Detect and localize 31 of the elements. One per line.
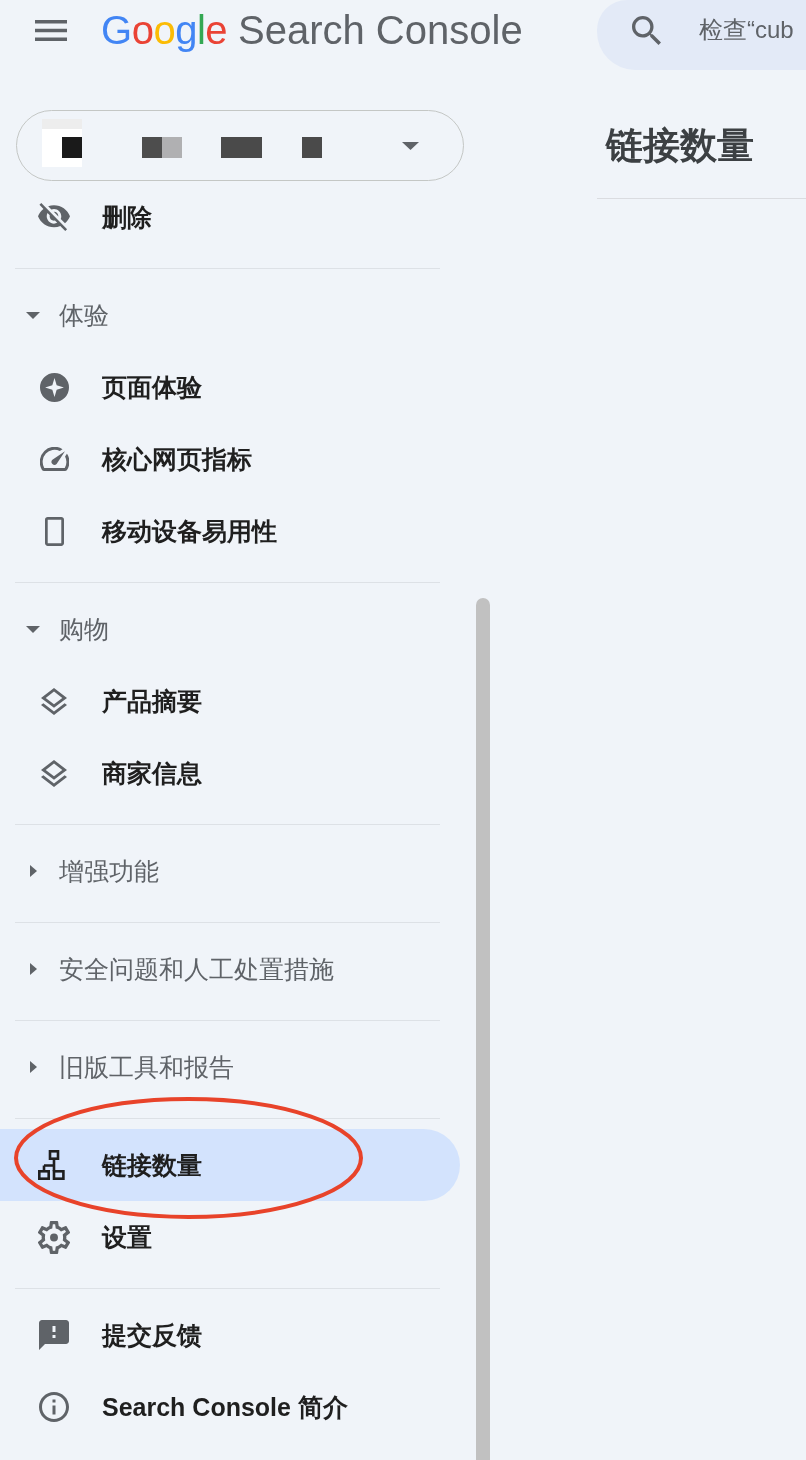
- menu-icon[interactable]: [35, 19, 67, 41]
- scrollbar-thumb[interactable]: [476, 598, 490, 1460]
- sidebar-item[interactable]: 提交反馈: [0, 1299, 460, 1371]
- dropdown-caret-icon: [402, 141, 419, 150]
- sidebar-item[interactable]: 设置: [0, 1201, 460, 1273]
- gauge-icon: [39, 447, 69, 471]
- sidebar-item[interactable]: Search Console 简介: [0, 1371, 460, 1443]
- layers-icon: [41, 687, 67, 715]
- info-icon: [39, 1392, 69, 1422]
- google-logo[interactable]: Google: [101, 7, 227, 53]
- sidebar-item[interactable]: 产品摘要: [0, 665, 460, 737]
- sidebar-item[interactable]: 移动设备易用性: [0, 495, 460, 567]
- section-header[interactable]: 安全问题和人工处置措施: [0, 933, 460, 1005]
- sidebar-item[interactable]: 核心网页指标: [0, 423, 460, 495]
- product-name: Search Console: [238, 7, 523, 53]
- sidebar-item[interactable]: 删除: [0, 181, 460, 253]
- search-icon: [632, 15, 661, 45]
- search-field[interactable]: 检查“cub: [597, 0, 806, 70]
- phone-icon: [44, 516, 64, 546]
- section-header[interactable]: 旧版工具和报告: [0, 1031, 460, 1103]
- section-header[interactable]: 购物: [0, 593, 460, 665]
- layers-icon: [41, 759, 67, 787]
- sidebar-item[interactable]: 页面体验: [0, 351, 460, 423]
- settings-icon: [38, 1220, 70, 1254]
- section-header[interactable]: 体验: [0, 279, 460, 351]
- sidebar-item[interactable]: 商家信息: [0, 737, 460, 809]
- section-header[interactable]: 增强功能: [0, 835, 460, 907]
- hidden-eye-icon: [38, 203, 70, 231]
- page-title: 链接数量: [606, 124, 754, 168]
- sidebar-item[interactable]: 链接数量: [0, 1129, 460, 1201]
- feedback-bubble-icon: [39, 1320, 69, 1350]
